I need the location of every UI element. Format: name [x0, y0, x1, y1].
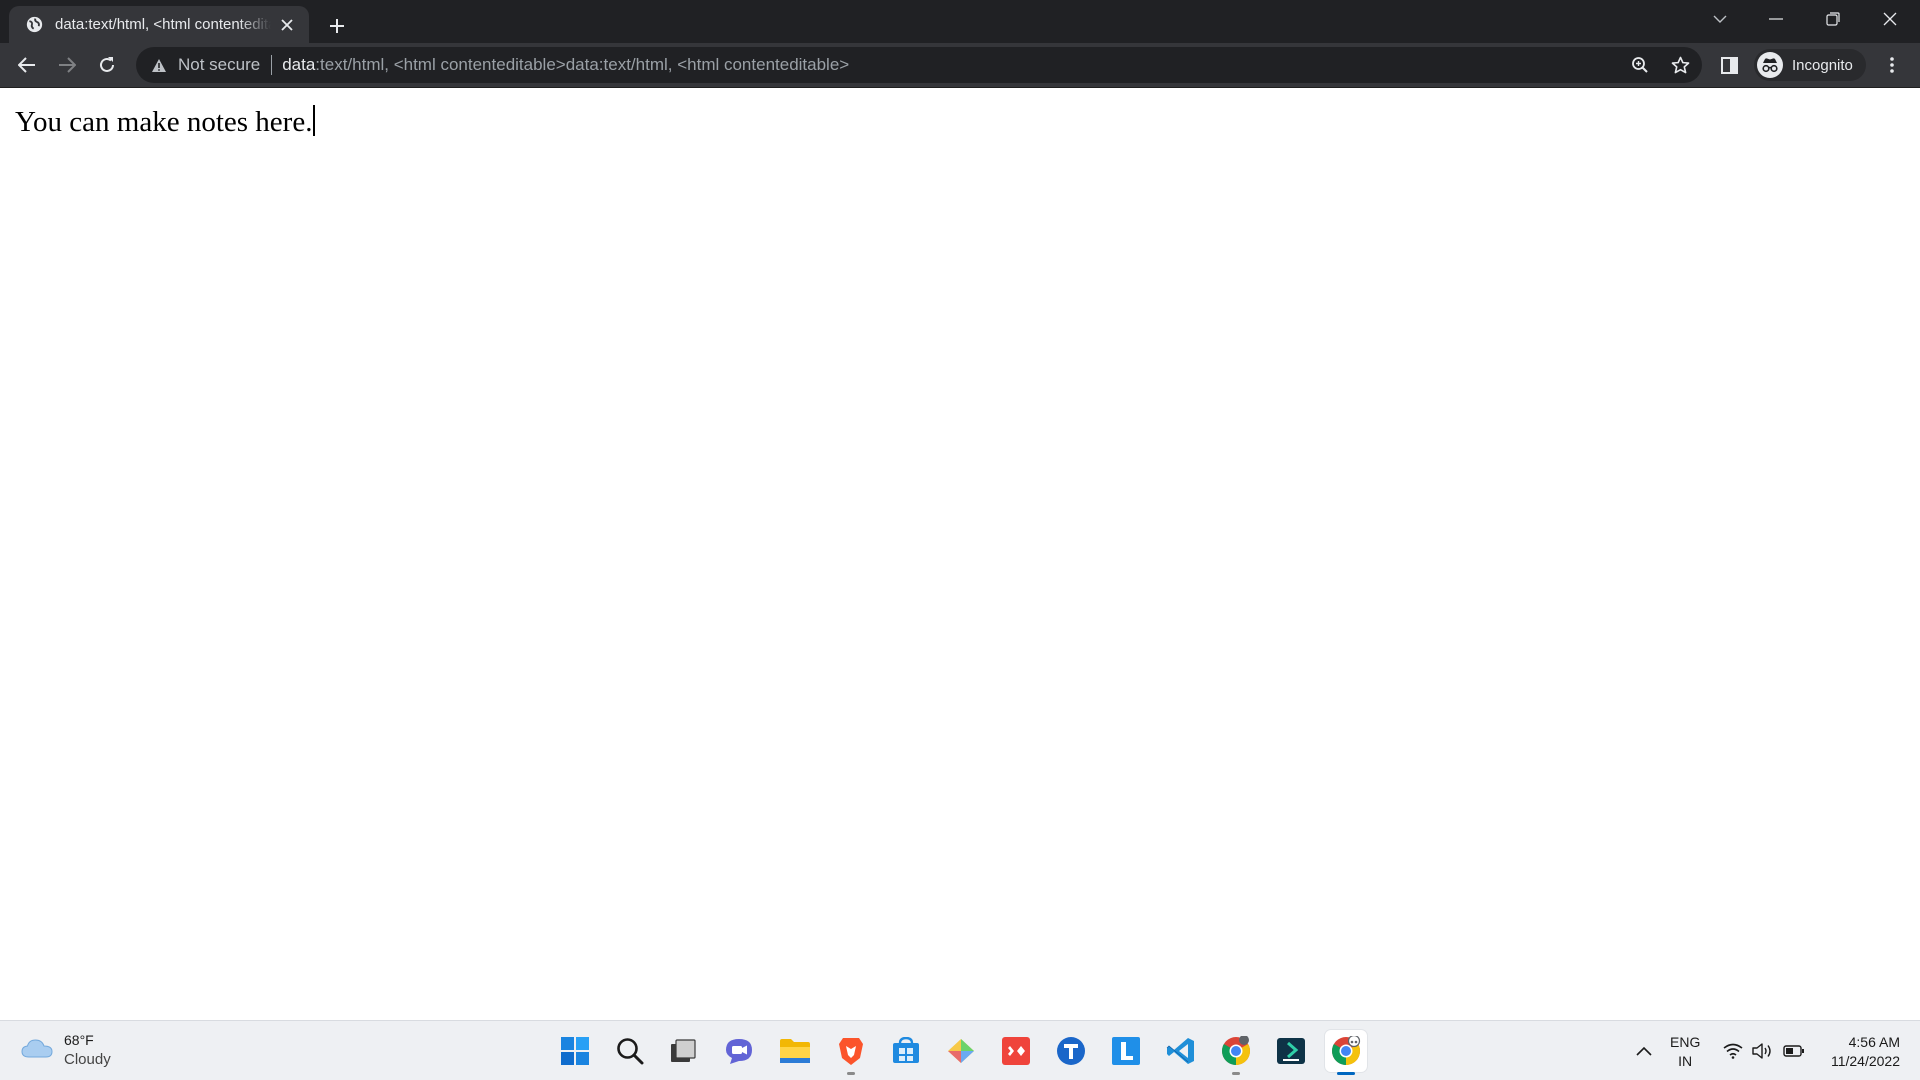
- active-tab[interactable]: data:text/html, <html contenteditable>: [9, 6, 309, 43]
- gem-icon[interactable]: [940, 1030, 982, 1072]
- running-indicator: [1337, 1072, 1355, 1075]
- chrome-icon[interactable]: [1215, 1030, 1257, 1075]
- brave-icon[interactable]: [830, 1030, 872, 1075]
- teams-chat-icon[interactable]: [718, 1030, 760, 1072]
- file-explorer-icon[interactable]: [774, 1030, 816, 1072]
- search-icon[interactable]: [609, 1030, 651, 1072]
- weather-temperature: 68°F: [64, 1032, 94, 1048]
- region-code: IN: [1678, 1053, 1693, 1069]
- weather-widget[interactable]: 68°F Cloudy: [20, 1031, 111, 1069]
- back-arrow-icon[interactable]: [11, 49, 43, 81]
- cloud-icon: [20, 1036, 54, 1065]
- windows-taskbar: 68°F Cloudy ENG IN 4:56 AM 11/24/2022: [0, 1020, 1920, 1080]
- restore-icon[interactable]: [1805, 0, 1861, 38]
- chevron-down-icon[interactable]: [1692, 0, 1748, 38]
- star-icon[interactable]: [1666, 52, 1694, 78]
- text-caret: [313, 105, 315, 136]
- url-scheme: data: [282, 55, 316, 74]
- battery-icon[interactable]: [1782, 1039, 1806, 1063]
- weather-condition: Cloudy: [64, 1051, 111, 1068]
- language-code: ENG: [1670, 1034, 1701, 1050]
- store-icon[interactable]: [885, 1030, 927, 1072]
- side-panel-icon[interactable]: [1713, 49, 1745, 81]
- zoom-icon[interactable]: [1626, 52, 1654, 78]
- url-path: :text/html, <html contenteditable>data:t…: [315, 55, 850, 74]
- browser-titlebar: data:text/html, <html contenteditable>: [0, 0, 1920, 43]
- note-text: You can make notes here.: [15, 106, 313, 138]
- chevron-up-icon[interactable]: [1632, 1039, 1656, 1063]
- forward-arrow-icon[interactable]: [51, 49, 83, 81]
- incognito-profile-button[interactable]: Incognito: [1754, 49, 1866, 81]
- omnibox-divider: [271, 55, 273, 75]
- page-content[interactable]: You can make notes here.: [0, 88, 1920, 1020]
- close-icon[interactable]: [1862, 0, 1918, 38]
- wifi-icon[interactable]: [1721, 1039, 1745, 1063]
- close-icon[interactable]: [277, 15, 297, 35]
- editable-note[interactable]: You can make notes here.: [15, 105, 315, 139]
- clock-time: 4:56 AM: [1848, 1034, 1900, 1050]
- anydesk-icon[interactable]: [995, 1030, 1037, 1072]
- profile-label: Incognito: [1792, 56, 1853, 74]
- minimize-icon[interactable]: [1748, 0, 1804, 38]
- warning-icon[interactable]: [150, 56, 168, 74]
- l-app-icon[interactable]: [1105, 1030, 1147, 1072]
- language-indicator[interactable]: ENG IN: [1670, 1033, 1700, 1071]
- clock-date: 11/24/2022: [1830, 1053, 1900, 1069]
- vscode-icon[interactable]: [1160, 1030, 1202, 1072]
- plus-icon[interactable]: [322, 11, 352, 41]
- more-vert-icon[interactable]: [1876, 49, 1908, 81]
- terminal-app-icon[interactable]: [1270, 1030, 1312, 1072]
- chrome-incognito-icon[interactable]: [1325, 1030, 1367, 1075]
- windows-start-icon[interactable]: [554, 1030, 596, 1072]
- address-bar[interactable]: Not secure data:text/html, <html content…: [136, 47, 1702, 83]
- task-view-icon[interactable]: [662, 1030, 704, 1072]
- reload-icon[interactable]: [91, 49, 123, 81]
- browser-toolbar: Not secure data:text/html, <html content…: [0, 43, 1920, 88]
- incognito-icon: [1757, 52, 1783, 78]
- url-text[interactable]: data:text/html, <html contenteditable>da…: [282, 55, 849, 75]
- running-indicator: [847, 1072, 855, 1075]
- volume-icon[interactable]: [1751, 1039, 1775, 1063]
- tab-title: data:text/html, <html contenteditable>: [55, 16, 271, 33]
- globe-icon: [25, 16, 43, 34]
- system-clock[interactable]: 4:56 AM 11/24/2022: [1815, 1033, 1900, 1071]
- running-indicator: [1232, 1072, 1240, 1075]
- not-secure-label[interactable]: Not secure: [178, 55, 260, 75]
- t-app-icon[interactable]: [1050, 1030, 1092, 1072]
